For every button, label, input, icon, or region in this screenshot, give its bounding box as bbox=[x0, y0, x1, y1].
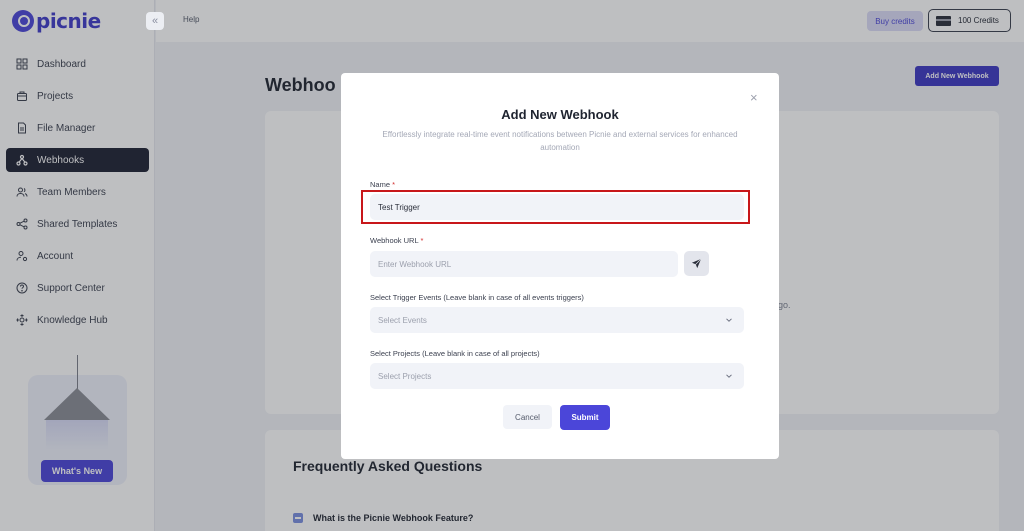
trigger-events-label: Select Trigger Events (Leave blank in ca… bbox=[370, 293, 584, 302]
chevron-down-icon bbox=[726, 374, 732, 378]
add-webhook-modal: × Add New Webhook Effortlessly integrate… bbox=[341, 73, 779, 459]
name-label: Name * bbox=[370, 180, 395, 189]
projects-label: Select Projects (Leave blank in case of … bbox=[370, 349, 540, 358]
projects-placeholder: Select Projects bbox=[378, 371, 432, 381]
send-icon bbox=[691, 258, 702, 269]
collapse-sidebar-icon[interactable]: « bbox=[146, 12, 164, 30]
webhook-url-label-text: Webhook URL bbox=[370, 236, 419, 245]
webhook-url-field[interactable] bbox=[370, 251, 678, 277]
webhook-url-label: Webhook URL * bbox=[370, 236, 423, 245]
close-icon[interactable]: × bbox=[750, 90, 758, 105]
chevron-down-icon bbox=[726, 318, 732, 322]
trigger-events-placeholder: Select Events bbox=[378, 315, 427, 325]
required-mark: * bbox=[392, 180, 396, 189]
submit-button[interactable]: Submit bbox=[560, 405, 610, 430]
modal-title: Add New Webhook bbox=[501, 107, 619, 122]
required-mark: * bbox=[420, 236, 424, 245]
modal-subtitle: Effortlessly integrate real-time event n… bbox=[382, 130, 738, 152]
name-label-text: Name bbox=[370, 180, 391, 189]
projects-select[interactable]: Select Projects bbox=[370, 363, 744, 389]
cancel-button[interactable]: Cancel bbox=[503, 405, 552, 429]
name-field-highlight bbox=[361, 190, 750, 224]
test-webhook-button[interactable] bbox=[684, 251, 709, 276]
trigger-events-select[interactable]: Select Events bbox=[370, 307, 744, 333]
